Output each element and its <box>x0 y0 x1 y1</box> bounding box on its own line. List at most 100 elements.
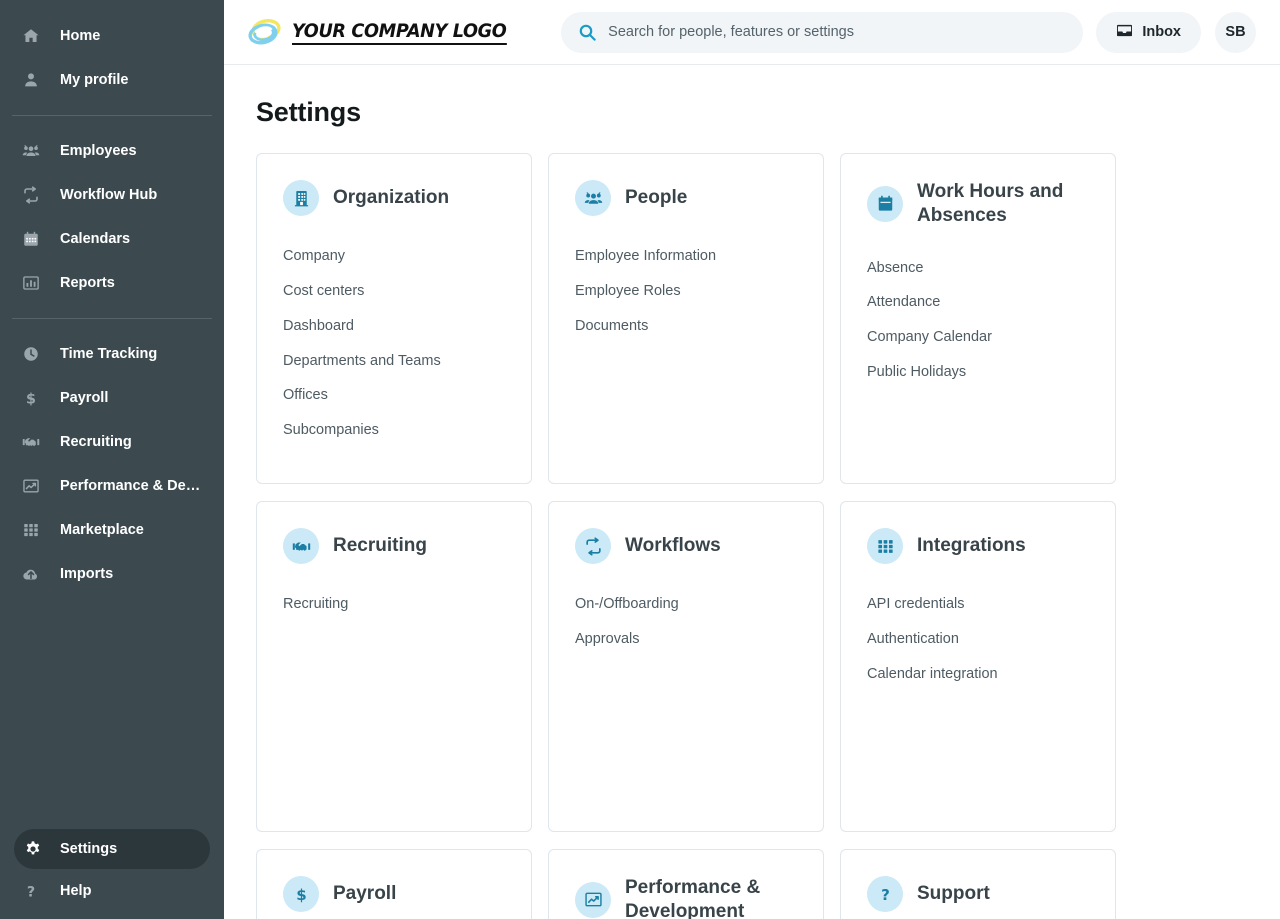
sidebar-item-my-profile[interactable]: My profile <box>0 58 224 102</box>
card-link[interactable]: Calendar integration <box>867 657 1089 692</box>
svg-text:$: $ <box>26 391 36 407</box>
card-header: $ Payroll <box>283 876 505 912</box>
card-title: Recruiting <box>333 535 427 557</box>
search-input[interactable] <box>608 24 1066 40</box>
card-title: Payroll <box>333 883 397 905</box>
card-link[interactable]: Dashboard <box>283 309 505 344</box>
sidebar-group: Home My profile <box>0 14 224 102</box>
question-icon: ? <box>22 882 44 900</box>
dollar-icon-svg: $ <box>296 886 306 904</box>
sidebar-item-label: Home <box>60 27 101 44</box>
sidebar-item-label: Workflow Hub <box>60 186 158 203</box>
workflow-icon-svg <box>24 186 38 204</box>
sidebar-item-imports[interactable]: Imports <box>0 552 224 596</box>
company-logo[interactable]: YOUR COMPANY LOGO <box>248 17 548 47</box>
cloud-upload-icon-svg <box>23 569 37 580</box>
question-icon-svg: ? <box>27 884 35 900</box>
main-area: YOUR COMPANY LOGO Search for people, fea… <box>224 0 1280 919</box>
sidebar-item-payroll[interactable]: $ Payroll <box>0 376 224 420</box>
people-icon-svg <box>22 145 40 156</box>
card-link[interactable]: Absence <box>867 251 1089 286</box>
inbox-button[interactable]: Inbox <box>1096 11 1201 53</box>
sidebar-item-time-tracking[interactable]: Time Tracking <box>0 332 224 376</box>
handshake-icon-svg <box>22 438 40 447</box>
card-link[interactable]: Recruiting <box>283 587 505 622</box>
settings-card: People Employee Information Employee Roles… <box>548 153 824 484</box>
card-link[interactable]: Company <box>283 239 505 274</box>
sidebar-item-performance-de[interactable]: Performance & De… <box>0 464 224 508</box>
card-link[interactable]: On-/Offboarding <box>575 587 797 622</box>
sidebar-item-recruiting[interactable]: Recruiting <box>0 420 224 464</box>
sidebar-item-label: Employees <box>60 142 137 159</box>
calendar-solid-icon-svg <box>878 195 892 211</box>
settings-card: Organization Company Cost centers Dashboard… <box>256 153 532 484</box>
building-icon <box>283 180 319 216</box>
card-link-list: Employee Information Employee Roles Docume… <box>575 239 797 344</box>
sidebar-item-settings[interactable]: Settings <box>14 829 210 869</box>
card-link[interactable]: Attendance <box>867 285 1089 320</box>
card-link-list: Recruiting <box>283 587 505 622</box>
gear-icon <box>22 840 44 858</box>
workflow-icon <box>22 186 44 204</box>
chart-bar-icon <box>22 274 44 292</box>
workflow-icon <box>575 528 611 564</box>
sidebar: Home My profile Employees Workflow Hub Calen… <box>0 0 224 919</box>
card-link[interactable]: Cost centers <box>283 274 505 309</box>
sidebar-item-label: Performance & De… <box>60 477 201 494</box>
sidebar-item-label: Time Tracking <box>60 345 158 362</box>
sidebar-item-workflow-hub[interactable]: Workflow Hub <box>0 173 224 217</box>
chart-line-icon-svg <box>584 892 602 907</box>
settings-card: Workflows On-/Offboarding Approvals <box>548 501 824 832</box>
inbox-icon <box>1116 23 1133 42</box>
card-title: Organization <box>333 187 450 209</box>
card-header: Work Hours and Absences <box>867 180 1089 228</box>
app-root: Home My profile Employees Workflow Hub Calen… <box>0 0 1280 919</box>
people-icon <box>575 180 611 216</box>
clock-icon <box>22 345 44 363</box>
logo-text: YOUR COMPANY LOGO <box>292 20 507 45</box>
card-link[interactable]: Documents <box>575 309 797 344</box>
workflow-icon-svg <box>585 536 601 556</box>
card-link[interactable]: Approvals <box>575 622 797 657</box>
card-link[interactable]: Employee Information <box>575 239 797 274</box>
card-link[interactable]: Offices <box>283 378 505 413</box>
sidebar-item-home[interactable]: Home <box>0 14 224 58</box>
card-link[interactable]: Departments and Teams <box>283 344 505 379</box>
card-link[interactable]: API credentials <box>867 587 1089 622</box>
sidebar-item-label: Calendars <box>60 230 131 247</box>
sidebar-item-marketplace[interactable]: Marketplace <box>0 508 224 552</box>
sidebar-item-label: Settings <box>60 840 118 857</box>
search-icon <box>579 24 596 41</box>
sidebar-item-label: Marketplace <box>60 521 144 538</box>
settings-card: $ Payroll <box>256 849 532 919</box>
card-header: Recruiting <box>283 528 505 564</box>
clock-icon-svg <box>24 347 38 361</box>
sidebar-item-calendars[interactable]: Calendars <box>0 217 224 261</box>
sidebar-divider <box>12 115 212 116</box>
card-link[interactable]: Subcompanies <box>283 413 505 448</box>
user-icon <box>22 71 44 89</box>
chart-line-icon-svg <box>23 479 39 493</box>
sidebar-item-help[interactable]: ? Help <box>0 869 224 913</box>
sidebar-item-reports[interactable]: Reports <box>0 261 224 305</box>
card-link[interactable]: Public Holidays <box>867 355 1089 390</box>
card-link-list: API credentials Authentication Calendar in… <box>867 587 1089 692</box>
card-link[interactable]: Authentication <box>867 622 1089 657</box>
home-icon-svg <box>23 29 39 42</box>
calendar-icon-svg <box>24 231 38 246</box>
calendar-icon <box>22 230 44 248</box>
svg-text:$: $ <box>296 886 306 904</box>
card-link[interactable]: Company Calendar <box>867 320 1089 355</box>
settings-card-grid: Organization Company Cost centers Dashboard… <box>224 128 1280 919</box>
sidebar-item-employees[interactable]: Employees <box>0 129 224 173</box>
chart-line-icon <box>22 477 44 495</box>
grid-icon <box>22 521 44 539</box>
gear-icon-svg <box>26 841 40 855</box>
people-icon <box>22 142 44 160</box>
handshake-icon <box>22 433 44 451</box>
search-bar[interactable] <box>561 11 1084 53</box>
question-icon: ? <box>867 876 903 912</box>
card-link[interactable]: Employee Roles <box>575 274 797 309</box>
chart-line-icon <box>575 881 611 918</box>
avatar[interactable]: SB <box>1215 11 1256 53</box>
